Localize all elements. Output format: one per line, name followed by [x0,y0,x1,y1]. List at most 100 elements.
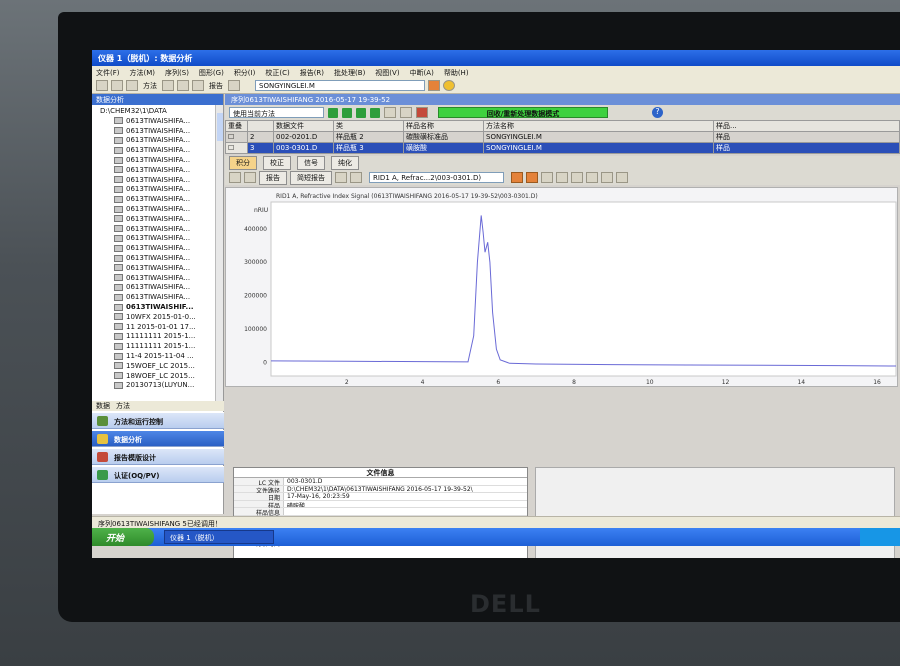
list-item[interactable]: 10WFX 2015-01-0... [92,312,223,322]
menu-item[interactable]: 帮助(H) [444,68,469,77]
last-icon[interactable] [370,107,380,118]
baseline-icon[interactable] [556,172,568,183]
tangent-icon[interactable] [601,172,613,183]
chart-icon[interactable] [192,80,204,91]
start-button[interactable]: 开始 [92,528,154,546]
save-icon[interactable] [400,107,412,118]
print-icon[interactable] [384,107,396,118]
table-row-selected[interactable]: ☐ 3 003-0301.D 样品瓶 3 磺胺酸 SONGYINGLEI.M 样… [225,142,900,154]
list-item[interactable]: 0613TIWAISHIFA... [92,145,223,155]
data-root-folder[interactable]: D:\CHEM32\1\DATA [92,105,223,116]
list-item[interactable]: 0613TIWAISHIFA... [92,273,223,283]
list-item[interactable]: 0613TIWAISHIFA... [92,214,223,224]
menu-item[interactable]: 图形(G) [199,68,224,77]
nav-verification[interactable]: 认证(OQ/PV) [92,466,224,483]
zoom-icon[interactable] [526,172,538,183]
menu-item[interactable]: 视图(V) [375,68,399,77]
list-item[interactable]: 18WOEF_LC 2015... [92,371,223,381]
list-item[interactable]: 0613TIWAISHIFA... [92,204,223,214]
list-item[interactable]: 0613TIWAISHIFA... [92,234,223,244]
cursor-icon[interactable] [541,172,553,183]
method-usage-select[interactable]: 使用当前方法 [229,107,324,118]
list-item[interactable]: 0613TIWAISHIFA... [92,126,223,136]
peak-icon[interactable] [571,172,583,183]
list-item[interactable]: 11111111 2015-1... [92,332,223,342]
disk-icon[interactable] [177,80,189,91]
list-item[interactable]: 0613TIWAISHIFA... [92,194,223,204]
list-item[interactable]: 0613TIWAISHIFA... [92,185,223,195]
reprocess-mode-button[interactable]: 回收/重新处理数据模式 [438,107,608,118]
next-icon[interactable] [356,107,366,118]
split-icon[interactable] [586,172,598,183]
list-item[interactable]: 0613TIWAISHIFA... [92,283,223,293]
integrate-icon[interactable] [229,172,241,183]
menu-item[interactable]: 方法(M) [130,68,156,77]
help-icon[interactable]: ? [652,107,663,118]
prev-icon[interactable] [342,107,352,118]
report-button[interactable]: 报告 [259,170,287,185]
taskbar-item-instrument[interactable]: 仪器 1（脱机） [164,530,274,544]
list-item[interactable]: 0613TIWAISHIFA... [92,175,223,185]
menu-item[interactable]: 校正(C) [265,68,289,77]
report-button[interactable]: 报告 [207,81,225,91]
nav-report-design[interactable]: 报告模版设计 [92,448,224,465]
list-item[interactable]: 0613TIWAISHIFA... [92,243,223,253]
list-item-label: 0613TIWAISHIFA... [126,205,191,214]
stop-icon[interactable] [416,107,428,118]
alert-icon[interactable] [443,80,455,91]
list-item[interactable]: 20130713(LUYUN... [92,381,223,391]
signal-select[interactable]: RID1 A, Refrac...2\003-0301.D) [369,172,504,183]
scrollbar-thumb[interactable] [217,113,223,141]
auto-integrate-icon[interactable] [244,172,256,183]
method-file-select[interactable]: SONGYINGLEI.M [255,80,425,91]
tab-purify[interactable]: 纯化 [331,156,359,170]
tab-integration[interactable]: 积分 [229,156,257,170]
list-item[interactable]: 0613TIWAISHIFA... [92,155,223,165]
overlay-icon[interactable] [511,172,523,183]
save-icon[interactable] [111,80,123,91]
tab-data[interactable]: 数据 [96,401,110,411]
print-icon[interactable] [126,80,138,91]
nav-method-run-control[interactable]: 方法和运行控制 [92,412,224,429]
folder-icon[interactable] [162,80,174,91]
table-row[interactable]: ☐ 2 002-0201.D 样品瓶 2 碳酸磺标准品 SONGYINGLEI.… [225,131,900,143]
list-item[interactable]: 0613TIWAISHIFA... [92,136,223,146]
method-button[interactable]: 方法 [141,81,159,91]
menu-item[interactable]: 报告(R) [300,68,324,77]
list-item[interactable]: 0613TIWAISHIF... [92,302,223,312]
grid-icon[interactable] [428,80,440,91]
list-item[interactable]: 11 2015-01-01 17... [92,322,223,332]
file-tree-scrollbar[interactable] [215,105,223,401]
list-item[interactable]: 0613TIWAISHIFA... [92,263,223,273]
list-item[interactable]: 0613TIWAISHIFA... [92,165,223,175]
list-item[interactable]: 11-4 2015-11-04 ... [92,351,223,361]
list-item[interactable]: 0613TIWAISHIFA... [92,292,223,302]
first-icon[interactable] [328,107,338,118]
menu-item[interactable]: 批处理(B) [334,68,365,77]
nav-data-analysis[interactable]: 数据分析 [92,430,224,447]
copy-icon[interactable] [335,172,347,183]
menu-item[interactable]: 序列(S) [165,68,189,77]
menu-item[interactable]: 积分(I) [234,68,256,77]
chromatogram-chart[interactable]: RID1 A, Refractive Index Signal (0613TIW… [226,188,898,386]
menu-item[interactable]: 中断(A) [410,68,434,77]
row-checkbox[interactable]: ☐ [225,142,248,154]
short-report-button[interactable]: 简短报告 [290,170,332,185]
list-item[interactable]: 0613TIWAISHIFA... [92,224,223,234]
list-item[interactable]: 15WOEF_LC 2015... [92,361,223,371]
list-item[interactable]: 0613TIWAISHIFA... [92,116,223,126]
row-checkbox[interactable]: ☐ [225,131,248,143]
menu-item[interactable]: 文件(F) [96,68,120,77]
list-item-label: 0613TIWAISHIFA... [126,254,191,263]
list-item-label: 0613TIWAISHIF... [126,303,194,312]
open-icon[interactable] [96,80,108,91]
folder-icon [114,372,123,380]
tab-signal[interactable]: 信号 [297,156,325,170]
list-item[interactable]: 11111111 2015-1... [92,341,223,351]
list-item[interactable]: 0613TIWAISHIFA... [92,253,223,263]
tab-calibration[interactable]: 校正 [263,156,291,170]
tab-method[interactable]: 方法 [116,401,130,411]
export-icon[interactable] [228,80,240,91]
delete-peak-icon[interactable] [616,172,628,183]
print-icon[interactable] [350,172,362,183]
